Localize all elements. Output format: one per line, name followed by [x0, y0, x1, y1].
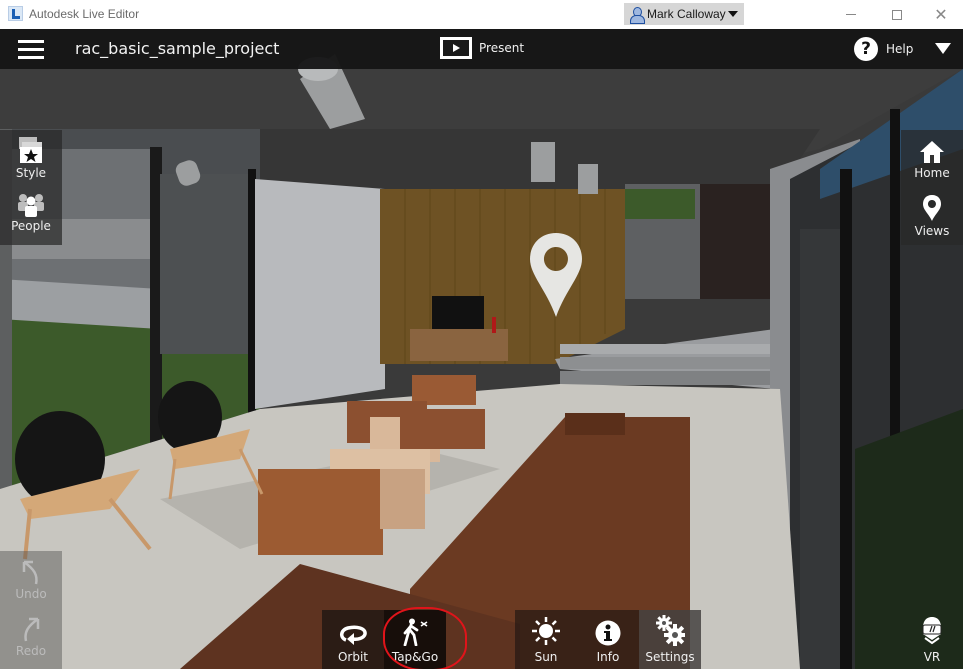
autodesk-live-app-icon — [8, 6, 23, 21]
vr-button[interactable]: VR — [901, 610, 963, 669]
info-icon — [595, 620, 621, 646]
scene-location-pin-icon[interactable] — [528, 231, 584, 321]
close-button[interactable]: ✕ — [918, 0, 963, 29]
gears-icon — [656, 615, 685, 646]
window-titlebar: Autodesk Live Editor Mark Calloway ✕ — [0, 0, 963, 29]
people-button[interactable]: People — [0, 193, 62, 233]
left-tools-panel: Style People — [0, 130, 62, 245]
sun-label: Sun — [534, 650, 558, 664]
present-button[interactable]: Present — [440, 37, 524, 59]
user-name: Mark Calloway — [647, 7, 726, 21]
navigation-toolbar: Orbit Tap&Go — [322, 610, 446, 669]
orbit-button[interactable]: Orbit — [322, 610, 384, 669]
minimize-button[interactable] — [828, 0, 874, 29]
style-label: Style — [15, 166, 47, 180]
home-icon — [920, 141, 944, 163]
help-label: Help — [886, 42, 914, 56]
views-button[interactable]: Views — [901, 194, 963, 238]
home-button[interactable]: Home — [901, 140, 963, 180]
orbit-icon — [340, 625, 367, 645]
location-pin-icon — [923, 195, 941, 221]
sun-icon — [532, 617, 560, 645]
tools-toolbar: Sun Info Settings — [515, 610, 701, 669]
scene-render — [0, 29, 963, 669]
views-label: Views — [914, 224, 950, 238]
3d-viewport[interactable]: rac_basic_sample_project Present ? Help … — [0, 29, 963, 669]
user-icon — [630, 6, 645, 24]
undo-button[interactable]: Undo — [0, 559, 62, 601]
redo-label: Redo — [15, 644, 47, 658]
home-label: Home — [914, 166, 950, 180]
style-button[interactable]: Style — [0, 136, 62, 180]
window-title: Autodesk Live Editor — [29, 7, 140, 21]
orbit-label: Orbit — [337, 650, 369, 664]
help-button[interactable]: ? Help — [854, 37, 913, 61]
redo-arrow-icon — [24, 617, 40, 642]
people-icon — [18, 194, 44, 217]
walk-icon — [403, 618, 428, 646]
caret-down-icon — [727, 11, 738, 17]
vr-headset-icon — [922, 617, 942, 645]
info-label: Info — [596, 650, 620, 664]
maximize-button[interactable] — [874, 0, 920, 29]
tap-and-go-button[interactable]: Tap&Go — [384, 610, 446, 669]
present-label: Present — [479, 41, 525, 55]
redo-button[interactable]: Redo — [0, 616, 62, 658]
help-question-icon: ? — [854, 37, 878, 61]
tap-and-go-label: Tap&Go — [391, 650, 439, 664]
settings-button[interactable]: Settings — [639, 610, 701, 669]
info-button[interactable]: Info — [577, 610, 639, 669]
undo-arrow-icon — [22, 560, 38, 585]
app-header: rac_basic_sample_project Present ? Help — [0, 29, 963, 69]
undo-label: Undo — [15, 587, 47, 601]
style-star-icon — [19, 137, 42, 163]
close-icon: ✕ — [934, 4, 948, 24]
sun-button[interactable]: Sun — [515, 610, 577, 669]
settings-label: Settings — [645, 650, 695, 664]
header-expand-chevron-icon[interactable] — [935, 43, 951, 54]
maximize-icon — [892, 9, 902, 20]
project-title: rac_basic_sample_project — [75, 39, 280, 58]
user-account-dropdown[interactable]: Mark Calloway — [624, 3, 744, 25]
people-label: People — [11, 219, 51, 233]
minimize-icon — [846, 14, 856, 15]
hamburger-menu-button[interactable] — [18, 40, 44, 60]
vr-label: VR — [923, 650, 941, 664]
history-panel: Undo Redo — [0, 551, 62, 669]
right-views-panel: Home Views — [901, 130, 963, 245]
present-play-icon — [440, 37, 472, 59]
